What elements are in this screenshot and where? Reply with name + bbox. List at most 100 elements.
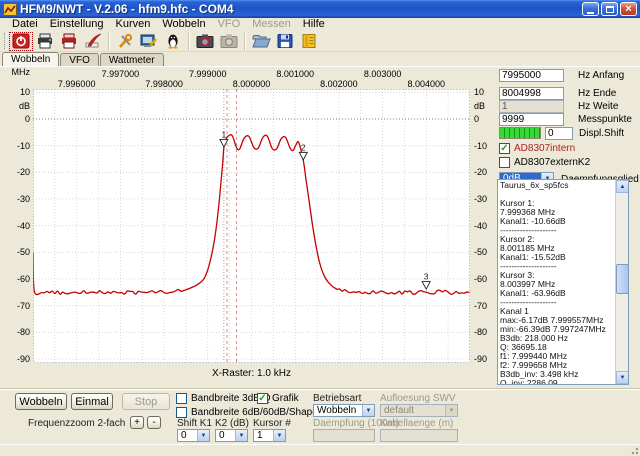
ad8307externk2-checkbox[interactable]: AD8307externK2	[499, 157, 590, 168]
notes-button[interactable]	[297, 32, 321, 51]
list-line: Kursor 3:	[500, 271, 614, 280]
right-axis-label: -10	[474, 141, 487, 151]
app-window: HFM9/NWT - V.2.06 - hfm9.hfc - COM4 × Da…	[0, 0, 640, 456]
hz-anfang-label: Hz Anfang	[578, 70, 624, 81]
x-raster-label: X-Raster: 1.0 kHz	[33, 368, 470, 379]
screenshot-gray-icon	[219, 33, 239, 49]
messpunkte-input[interactable]	[499, 113, 564, 126]
right-axis-label: dB	[474, 101, 485, 111]
scroll-up-icon[interactable]: ▲	[616, 180, 629, 193]
left-axis-label: -30	[1, 194, 30, 204]
chevron-down-icon: ▼	[273, 430, 285, 441]
save-button[interactable]	[273, 32, 297, 51]
tab-vfo[interactable]: VFO	[60, 53, 99, 66]
menu-hilfe[interactable]: Hilfe	[297, 18, 331, 30]
ad8307intern-label: AD8307intern	[514, 143, 575, 154]
list-line: B3db: 218.000 Hz	[500, 334, 614, 343]
menu-kurven[interactable]: Kurven	[110, 18, 157, 30]
chevron-down-icon: ▼	[235, 430, 247, 441]
sweep-settings-panel: Hz Anfang Hz Ende Hz Weite Messpunkte Di…	[496, 67, 640, 389]
list-line: Q: 36695.18	[500, 343, 614, 352]
menu-datei[interactable]: Datei	[6, 18, 44, 30]
k2-label: K2 (dB)	[215, 418, 249, 429]
kursor-select[interactable]: 1 ▼	[253, 429, 286, 442]
screenshot-gray-button[interactable]	[217, 32, 241, 51]
scrollbar-thumb[interactable]	[616, 264, 629, 294]
list-line: 8.003997 MHz	[500, 280, 614, 289]
folder-open-button[interactable]	[249, 32, 273, 51]
print-red-button[interactable]	[57, 32, 81, 51]
einmal-button[interactable]: Einmal	[71, 393, 113, 410]
chevron-down-icon: ▼	[362, 405, 374, 416]
right-axis-label: -50	[474, 247, 487, 257]
k2-value: 0	[216, 430, 235, 441]
zoom-in-button[interactable]: +	[130, 416, 144, 429]
close-icon: ×	[625, 4, 631, 15]
chevron-down-icon: ▼	[445, 405, 457, 416]
list-line: Taurus_6x_sp5fcs	[500, 181, 614, 190]
menu-wobbeln[interactable]: Wobbeln	[156, 18, 211, 30]
minimize-button[interactable]	[582, 2, 599, 16]
menu-einstellung[interactable]: Einstellung	[44, 18, 110, 30]
tools-button[interactable]	[113, 32, 137, 51]
tab-wattmeter[interactable]: Wattmeter	[100, 53, 164, 66]
app-icon	[3, 3, 17, 16]
left-axis-label: -50	[1, 247, 30, 257]
left-axis-label: MHz	[1, 67, 30, 77]
list-line: B3db_inv: 3.498 kHz	[500, 370, 614, 379]
list-line: Kanal1: -15.52dB	[500, 253, 614, 262]
print-icon	[35, 33, 55, 49]
resize-grip[interactable]	[629, 445, 639, 455]
tools-icon	[115, 33, 135, 49]
grafik-checkbox[interactable]: Grafik	[257, 393, 299, 404]
print-button[interactable]	[33, 32, 57, 51]
listbox-scrollbar[interactable]: ▲ ▼	[615, 180, 628, 384]
x-tick-label: 7.996000	[58, 79, 96, 89]
toolbar-gripper[interactable]	[4, 33, 7, 49]
scroll-down-icon[interactable]: ▼	[616, 371, 629, 384]
wobbeln-button[interactable]: Wobbeln	[15, 393, 67, 410]
left-axis-label: -40	[1, 221, 30, 231]
print-red-icon	[59, 33, 79, 49]
betriebsart-select[interactable]: Wobbeln ▼	[313, 404, 375, 417]
chevron-down-icon: ▼	[197, 430, 209, 441]
edit-quill-button[interactable]	[81, 32, 105, 51]
stop-button[interactable]: Stop	[122, 393, 170, 410]
right-axis-label: -90	[474, 354, 487, 364]
cursor-info-listbox[interactable]: Taurus_6x_sp5fcs Kursor 1:7.999368 MHz Kan…	[497, 179, 629, 385]
aufloesung-select: default ▼	[380, 404, 458, 417]
svg-text:1: 1	[222, 129, 227, 139]
power-button[interactable]	[9, 32, 33, 51]
right-axis-label: -20	[474, 167, 487, 177]
sweep-progressbar	[499, 127, 541, 139]
right-axis-label: -80	[474, 327, 487, 337]
x-tick-label: 8.002000	[320, 79, 358, 89]
bandbreite-6db-checkbox[interactable]: Bandbreite 6dB/60dB/Shape	[176, 407, 318, 418]
hz-anfang-input[interactable]	[499, 69, 564, 82]
titlebar[interactable]: HFM9/NWT - V.2.06 - hfm9.hfc - COM4 ×	[0, 0, 640, 18]
displ-shift-input[interactable]	[545, 127, 573, 140]
zoom-out-button[interactable]: -	[147, 416, 161, 429]
list-line: Q_inv: 2286.09	[500, 379, 614, 385]
hz-ende-input[interactable]	[499, 87, 564, 100]
checkbox-box	[176, 407, 187, 418]
kabellaenge-label: Kabellaenge (m)	[380, 418, 453, 429]
screenshot-color-button[interactable]	[193, 32, 217, 51]
list-line: 7.999368 MHz	[500, 208, 614, 217]
plot-area[interactable]: 7.9960007.9970007.9980007.9990008.000000…	[0, 67, 496, 389]
maximize-button[interactable]	[601, 2, 618, 16]
list-line: Kursor 1:	[500, 199, 614, 208]
x-tick-label: 8.000000	[233, 79, 271, 89]
penguin-icon	[163, 33, 183, 49]
k2-select[interactable]: 0 ▼	[215, 429, 248, 442]
list-line: 8.001185 MHz	[500, 244, 614, 253]
penguin-button[interactable]	[161, 32, 185, 51]
betriebsart-value: Wobbeln	[314, 405, 362, 416]
screen-edit-button[interactable]	[137, 32, 161, 51]
plot-svg[interactable]: 123	[33, 89, 470, 363]
tab-wobbeln[interactable]: Wobbeln	[2, 52, 59, 66]
ad8307intern-checkbox[interactable]: AD8307intern	[499, 143, 575, 154]
close-button[interactable]: ×	[620, 2, 637, 16]
shift-k1-select[interactable]: 0 ▼	[177, 429, 210, 442]
kabellaenge-input	[380, 429, 458, 442]
